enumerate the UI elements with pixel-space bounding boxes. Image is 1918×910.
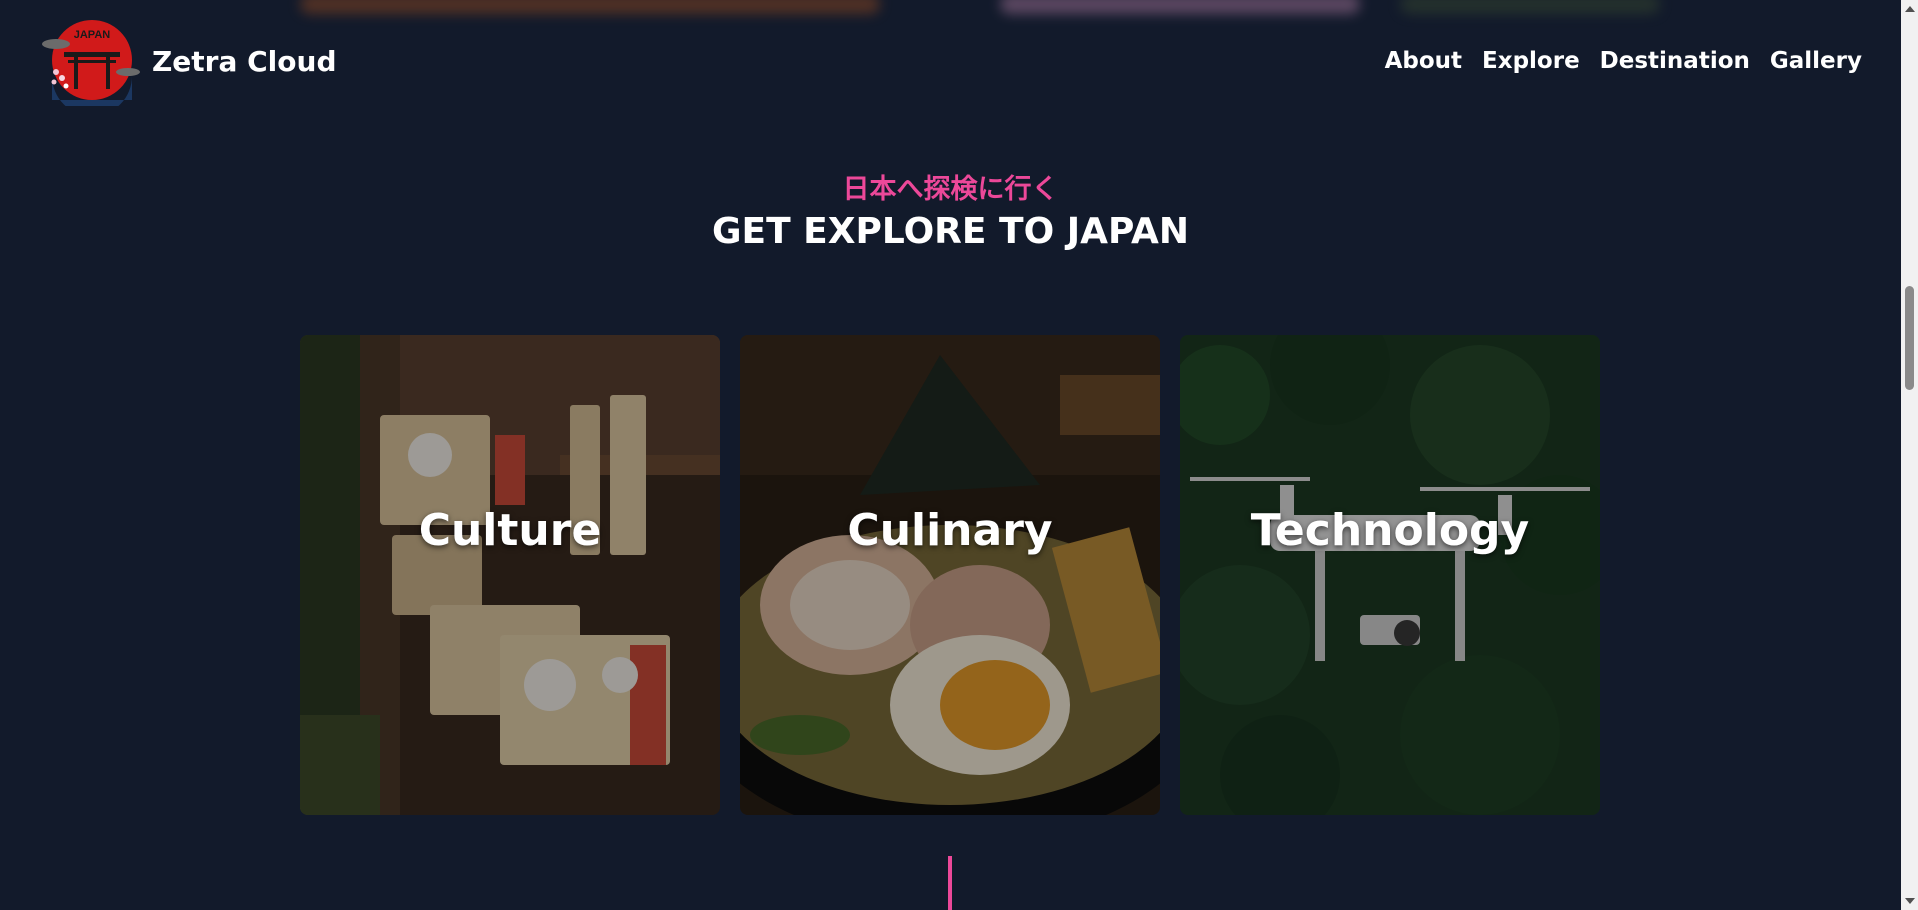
brand-link[interactable]: JAPAN Zetra Cloud — [42, 16, 337, 106]
culture-card[interactable]: Culture — [300, 335, 720, 815]
japan-logo-icon: JAPAN — [42, 20, 140, 106]
section-divider — [948, 856, 952, 910]
page: JAPAN Zetra Cloud About Explore Destinat… — [0, 0, 1918, 910]
scrollbar[interactable] — [1901, 0, 1918, 910]
section-subtitle: 日本へ探検に行く — [842, 174, 1059, 205]
section-title: GET EXPLORE TO JAPAN — [711, 211, 1190, 252]
category-cards: Culture Culinary Technology — [300, 335, 1600, 815]
nav-explore-link[interactable]: Explore — [1482, 48, 1580, 74]
culinary-card[interactable]: Culinary — [740, 335, 1160, 815]
technology-card-label: Technology — [1250, 505, 1530, 556]
section-heading: 日本へ探検に行く GET EXPLORE TO JAPAN — [0, 170, 1901, 254]
nav-gallery-link[interactable]: Gallery — [1770, 48, 1862, 74]
culture-card-label: Culture — [418, 505, 602, 556]
svg-text:JAPAN: JAPAN — [74, 29, 111, 41]
culinary-card-label: Culinary — [847, 505, 1053, 556]
technology-card[interactable]: Technology — [1180, 335, 1600, 815]
nav-links: About Explore Destination Gallery — [1385, 48, 1862, 74]
scrollbar-thumb[interactable] — [1905, 286, 1914, 390]
brand-name: Zetra Cloud — [152, 44, 337, 78]
navbar: JAPAN Zetra Cloud About Explore Destinat… — [42, 14, 1862, 108]
nav-destination-link[interactable]: Destination — [1600, 48, 1750, 74]
scroll-down-icon[interactable] — [1905, 898, 1915, 904]
scroll-up-icon[interactable] — [1905, 6, 1915, 12]
nav-about-link[interactable]: About — [1385, 48, 1462, 74]
